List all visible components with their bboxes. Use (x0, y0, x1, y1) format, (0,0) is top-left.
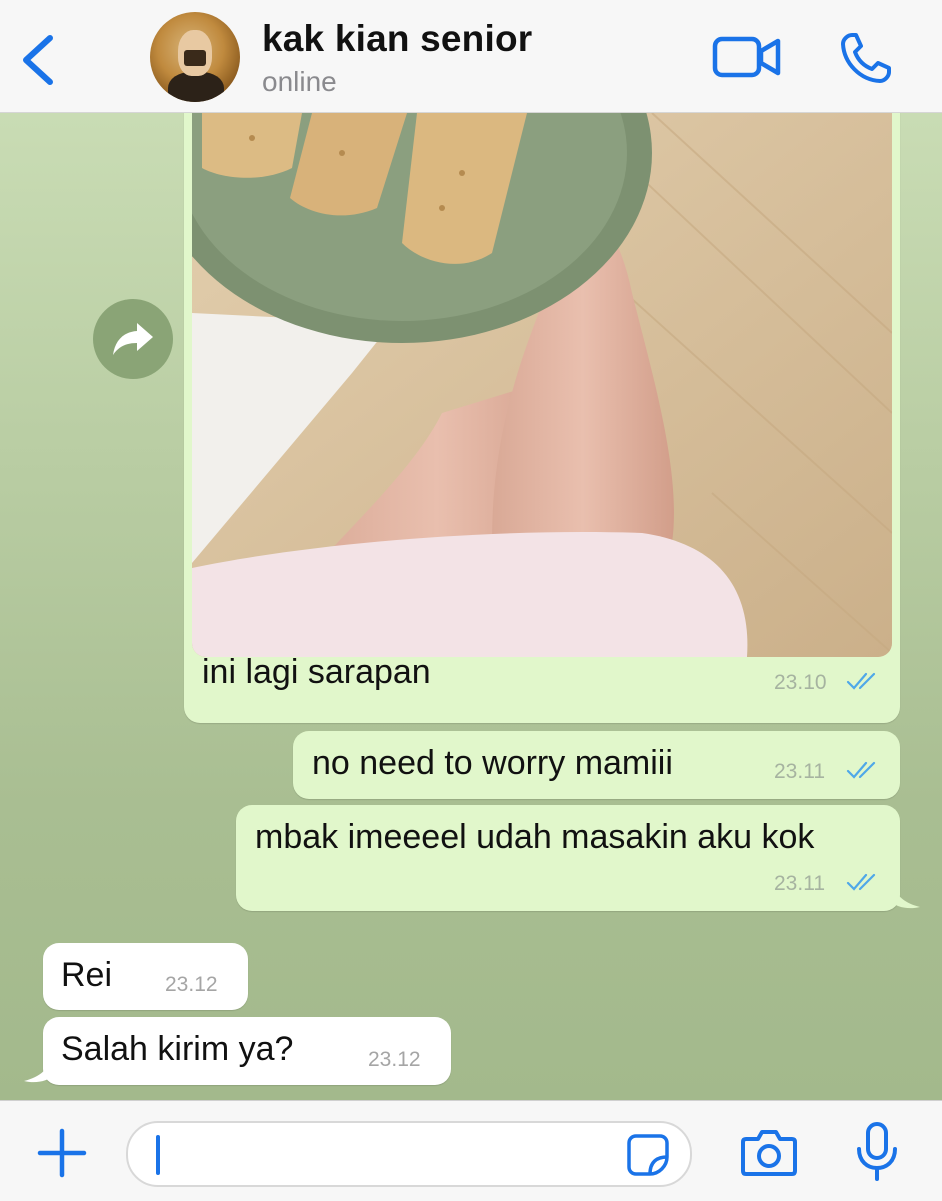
message-text: Salah kirim ya? (61, 1030, 294, 1068)
read-ticks-icon (846, 873, 876, 891)
message-bubble[interactable]: mbak imeeeel udah masakin aku kok 23.11 (236, 805, 900, 911)
message-text: Rei (61, 956, 113, 994)
video-call-button[interactable] (712, 34, 782, 80)
back-button[interactable] (14, 30, 64, 90)
message-bubble[interactable]: Salah kirim ya? 23.12 (43, 1017, 451, 1085)
message-time: 23.12 (368, 1048, 421, 1071)
voice-message-button[interactable] (855, 1121, 899, 1183)
forward-arrow-icon (113, 323, 153, 355)
message-input[interactable] (126, 1121, 692, 1187)
microphone-icon (857, 1122, 897, 1181)
chevron-left-icon (23, 35, 53, 85)
message-list[interactable]: ini lagi sarapan 23.10 no need to worry … (0, 113, 942, 1100)
read-ticks-icon (846, 761, 876, 779)
message-bubble[interactable]: no need to worry mamiii 23.11 (293, 731, 900, 799)
message-photo[interactable] (192, 113, 892, 657)
camera-button[interactable] (740, 1125, 798, 1181)
forward-button[interactable] (93, 299, 173, 379)
sticker-icon (627, 1134, 669, 1176)
text-caret (156, 1135, 160, 1175)
phone-icon (841, 33, 891, 83)
message-bubble-image[interactable]: ini lagi sarapan 23.10 (184, 113, 900, 723)
plus-icon (37, 1128, 87, 1178)
camera-icon (741, 1130, 797, 1176)
chat-header: kak kian senior online (0, 0, 942, 113)
message-text: no need to worry mamiii (312, 744, 673, 782)
sticker-button[interactable] (626, 1133, 670, 1177)
message-bubble[interactable]: Rei 23.12 (43, 943, 248, 1010)
bubble-tail-incoming (24, 1051, 54, 1083)
attach-button[interactable] (34, 1125, 90, 1181)
message-composer (0, 1100, 942, 1201)
contact-name[interactable]: kak kian senior (262, 18, 532, 60)
message-caption: ini lagi sarapan (202, 653, 431, 691)
read-ticks-icon (846, 672, 876, 690)
avatar[interactable] (150, 12, 240, 102)
voice-call-button[interactable] (838, 30, 894, 86)
message-text: mbak imeeeel udah masakin aku kok (255, 818, 815, 856)
message-time: 23.12 (165, 973, 218, 996)
bubble-tail-outgoing (890, 877, 920, 909)
message-time: 23.11 (774, 760, 825, 783)
video-camera-icon (712, 36, 781, 78)
message-time: 23.10 (774, 671, 827, 694)
contact-status: online (262, 66, 337, 97)
message-time: 23.11 (774, 872, 825, 895)
